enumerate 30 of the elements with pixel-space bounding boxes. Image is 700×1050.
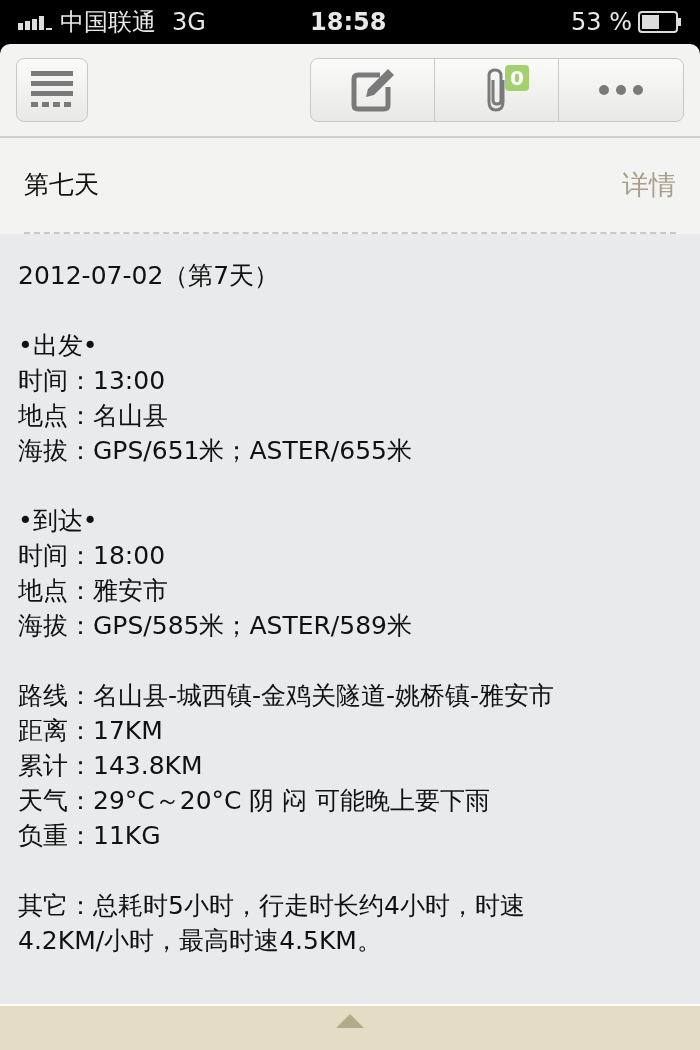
note-title: 第七天	[24, 169, 99, 202]
note-text-line: 其它：总耗时5小时，行走时长约4小时，时速	[18, 890, 525, 922]
note-text-line: 路线：名山县-城西镇-金鸡关隧道-姚桥镇-雅安市	[18, 680, 555, 712]
note-text-line: •出发•	[18, 330, 98, 362]
network-type: 3G	[172, 7, 206, 38]
note-text-line: 4.2KM/小时，最高时速4.5KM。	[18, 925, 382, 957]
note-text-line: 地点：名山县	[18, 400, 168, 432]
note-text-line: 负重：11KG	[18, 820, 161, 852]
note-text-line: 时间：18:00	[18, 540, 166, 572]
attachment-count-badge: 0	[505, 65, 529, 91]
note-text-line: 海拔：GPS/585米；ASTER/589米	[18, 610, 412, 642]
up-arrow-icon	[336, 1014, 364, 1028]
details-link[interactable]: 详情	[622, 164, 676, 206]
list-icon	[31, 71, 73, 109]
edit-icon	[349, 67, 396, 113]
note-text-line: 累计：143.8KM	[18, 750, 203, 782]
note-text-line: 地点：雅安市	[18, 575, 168, 607]
note-text-line: 2012-07-02（第7天）	[18, 260, 280, 292]
carrier-name: 中国联通	[60, 7, 156, 38]
more-icon	[599, 85, 643, 95]
note-text-line: 海拔：GPS/651米；ASTER/655米	[18, 435, 412, 467]
menu-button[interactable]	[16, 58, 88, 122]
note-text-line: •到达•	[18, 505, 98, 537]
note-text-line: 距离：17KM	[18, 715, 163, 747]
status-time: 18:58	[310, 7, 387, 38]
battery-percent: 53 %	[571, 7, 632, 38]
note-text-line: 天气：29°C～20°C 阴 闷 可能晚上要下雨	[18, 785, 491, 817]
note-text-line: 时间：13:00	[18, 365, 166, 397]
signal-icon	[18, 14, 54, 30]
battery-icon	[638, 11, 682, 33]
